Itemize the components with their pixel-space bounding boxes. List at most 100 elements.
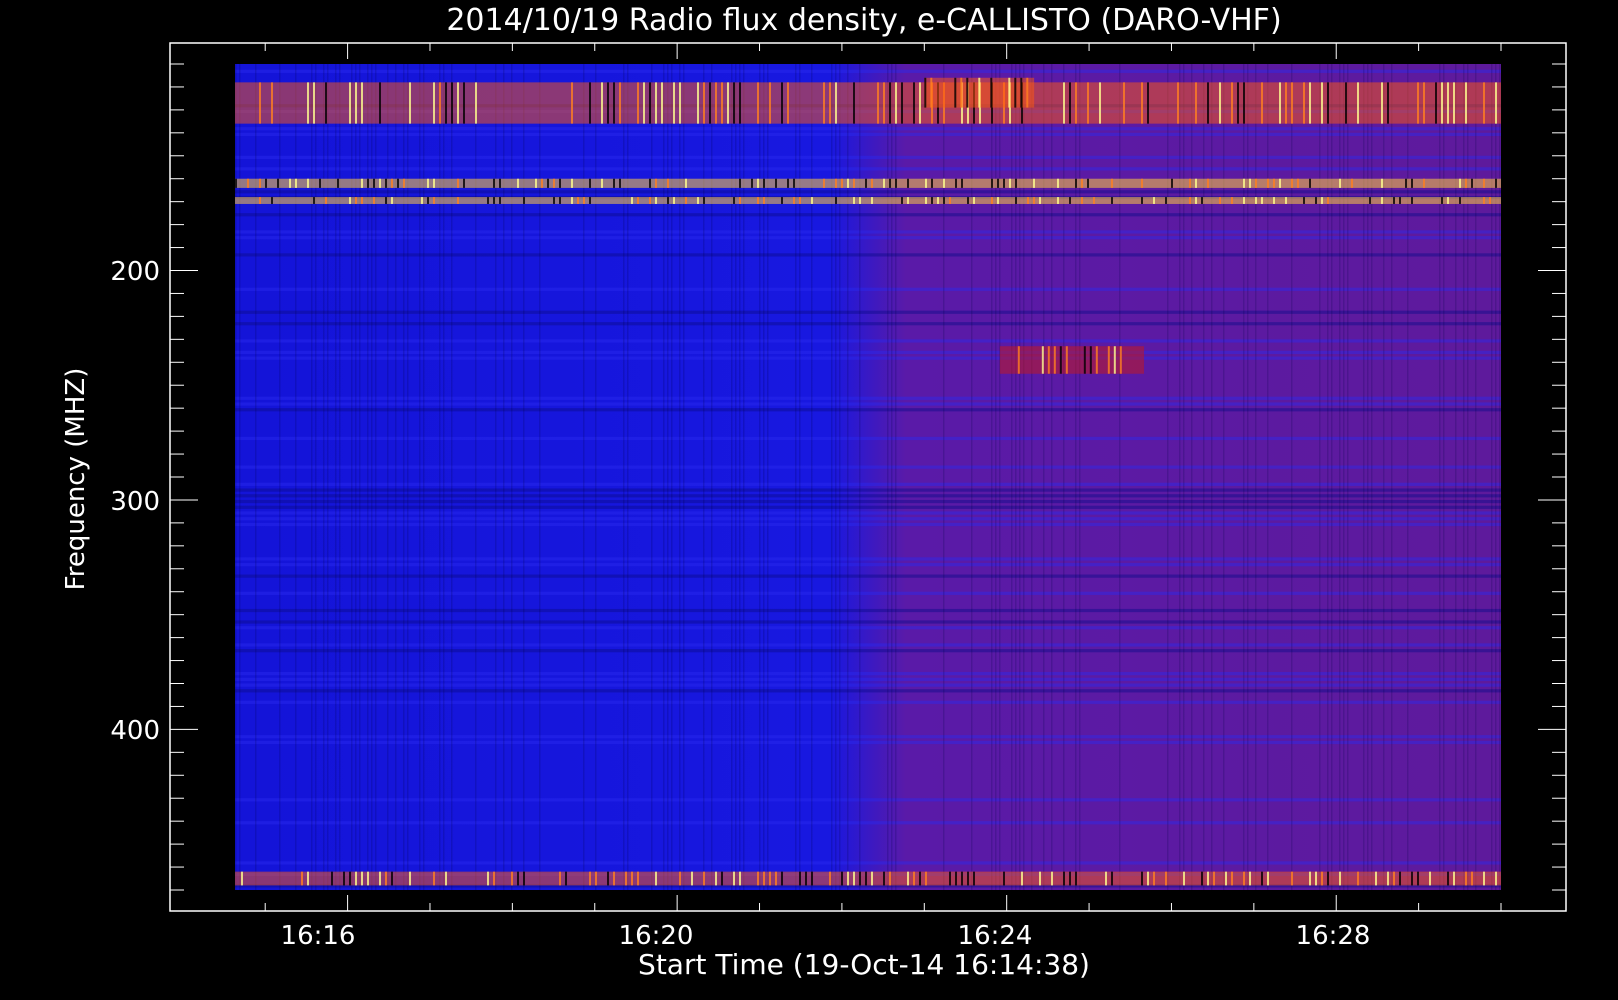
spectrogram-speckle <box>1243 871 1245 886</box>
spectrogram-image <box>235 64 1501 890</box>
spectrogram-speckle <box>1026 77 1029 108</box>
spectrogram-speckle <box>1423 82 1425 124</box>
spectrogram-speckle <box>990 77 993 108</box>
spectrogram-speckle <box>1075 871 1077 886</box>
spectrogram-speckle <box>679 82 681 124</box>
spectrogram-band <box>235 677 1501 681</box>
spectrogram-speckle <box>457 178 459 188</box>
spectrogram-chart: 2014/10/19 Radio flux density, e-CALLIST… <box>0 0 1618 1000</box>
spectrogram-speckle <box>978 77 981 108</box>
spectrogram-speckle <box>259 197 261 204</box>
spectrogram-speckle <box>943 197 945 204</box>
spectrogram-speckle <box>1441 197 1443 204</box>
spectrogram-speckle <box>571 82 573 124</box>
spectrogram-speckle <box>307 178 309 188</box>
spectrogram-speckle <box>439 82 441 124</box>
spectrogram-speckle <box>1315 197 1317 204</box>
spectrogram-speckle <box>799 871 801 886</box>
spectrogram-speckle <box>655 871 657 886</box>
spectrogram-speckle <box>1069 197 1071 204</box>
spectrogram-speckle <box>763 178 765 188</box>
spectrogram-speckle <box>883 82 885 124</box>
spectrogram-band <box>235 861 1501 865</box>
spectrogram-speckle <box>343 871 345 886</box>
spectrogram-speckle <box>601 178 603 188</box>
spectrogram-speckle <box>1219 197 1221 204</box>
spectrogram-speckle <box>385 197 387 204</box>
spectrogram-speckle <box>235 178 237 188</box>
spectrogram-speckle <box>1243 197 1245 204</box>
spectrogram-speckle <box>1309 178 1311 188</box>
spectrogram-speckle <box>847 871 849 886</box>
spectrogram-speckle <box>685 197 687 204</box>
spectrogram-speckle <box>1345 82 1347 124</box>
spectrogram-speckle <box>1483 871 1485 886</box>
spectrogram-speckle <box>1405 178 1407 188</box>
spectrogram-speckle <box>637 82 639 124</box>
spectrogram-speckle <box>1009 178 1011 188</box>
spectrogram-speckle <box>1471 178 1473 188</box>
spectrogram-speckle <box>589 197 591 204</box>
spectrogram-speckle <box>1327 871 1329 886</box>
spectrogram-band <box>235 689 1501 693</box>
spectrogram-speckle <box>733 871 735 886</box>
spectrogram-speckle <box>1225 871 1227 886</box>
spectrogram-speckle <box>589 178 591 188</box>
spectrogram-speckle <box>313 197 315 204</box>
spectrogram-speckle <box>331 871 333 886</box>
spectrogram-speckle <box>1261 82 1263 124</box>
spectrogram-band <box>235 310 1501 314</box>
spectrogram-speckle <box>307 871 309 886</box>
spectrogram-speckle <box>715 82 717 124</box>
spectrogram-speckle <box>1089 346 1092 374</box>
spectrogram-speckle <box>1411 197 1413 204</box>
spectrogram-speckle <box>1171 178 1173 188</box>
spectrogram-speckle <box>391 871 393 886</box>
spectrogram-speckle <box>961 178 963 188</box>
spectrogram-band <box>235 488 1501 492</box>
spectrogram-band <box>235 505 1501 509</box>
spectrogram-speckle <box>1381 178 1383 188</box>
spectrogram-speckle <box>1303 197 1305 204</box>
spectrogram-band <box>235 517 1501 521</box>
spectrogram-speckle <box>889 178 891 188</box>
spectrogram-speckle <box>1063 871 1065 886</box>
spectrogram-speckle <box>1219 82 1221 124</box>
spectrogram-speckle <box>1047 346 1050 374</box>
spectrogram-speckle <box>1057 178 1059 188</box>
spectrogram-speckle <box>1261 871 1263 886</box>
spectrogram-band <box>235 155 1501 159</box>
spectrogram-speckle <box>919 82 921 124</box>
y-axis-label: Frequency (MHZ) <box>61 368 91 591</box>
spectrogram-speckle <box>1309 871 1311 886</box>
spectrogram-speckle <box>1303 82 1305 124</box>
spectrogram-speckle <box>781 82 783 124</box>
spectrogram-speckle <box>775 871 777 886</box>
spectrogram-speckle <box>355 197 357 204</box>
spectrogram-speckle <box>631 871 633 886</box>
spectrogram-speckle <box>421 197 423 204</box>
spectrogram-speckle <box>487 871 489 886</box>
spectrogram-speckle <box>781 197 783 204</box>
spectrogram-speckle <box>889 871 891 886</box>
spectrogram-speckle <box>937 197 939 204</box>
spectrogram-speckle <box>877 82 879 124</box>
spectrogram-speckle <box>1201 871 1203 886</box>
spectrogram-speckle <box>511 871 513 886</box>
spectrogram-speckle <box>427 197 429 204</box>
spectrogram-speckle <box>787 82 789 124</box>
spectrogram-speckle <box>613 82 615 124</box>
spectrogram-speckle <box>289 178 291 188</box>
spectrogram-speckle <box>457 197 459 204</box>
spectrogram-speckle <box>1083 346 1086 374</box>
spectrogram-speckle <box>1015 178 1017 188</box>
spectrogram-speckle <box>1189 197 1191 204</box>
spectrogram-speckle <box>1489 197 1491 204</box>
spectrogram-speckle <box>943 178 945 188</box>
spectrogram-speckle <box>271 82 273 124</box>
spectrogram-speckle <box>871 197 873 204</box>
spectrogram-speckle <box>1033 197 1035 204</box>
spectrogram-speckle <box>925 178 927 188</box>
spectrogram-band <box>235 402 1501 406</box>
spectrogram-speckle <box>1231 871 1233 886</box>
